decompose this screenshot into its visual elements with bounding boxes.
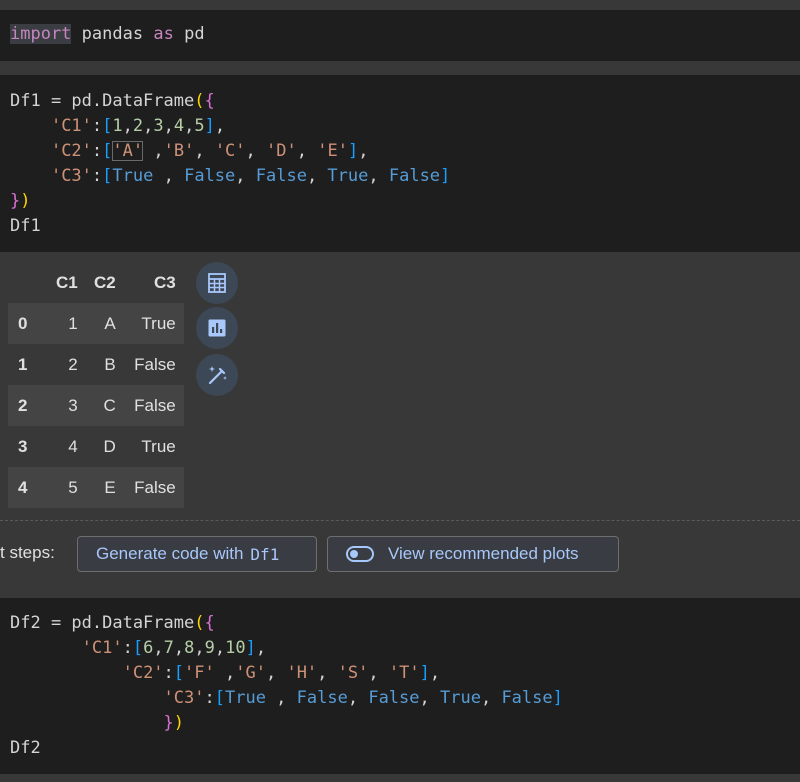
magic-wand-icon[interactable] xyxy=(196,354,238,396)
cell-c3: False xyxy=(134,395,176,415)
cell-c1: 5 xyxy=(68,477,78,497)
view-plots-label: View recommended plots xyxy=(388,544,579,563)
cell-c3: False xyxy=(134,354,176,374)
cell-c1: 2 xyxy=(68,354,78,374)
row-index: 0 xyxy=(18,313,28,333)
row-index: 3 xyxy=(18,436,28,456)
view-recommended-plots-button[interactable]: View recommended plots xyxy=(327,536,619,572)
row-index: 1 xyxy=(18,354,28,374)
table-row: 2 3 C False xyxy=(8,385,184,426)
table-row: 3 4 D True xyxy=(8,426,184,467)
table-icon-glyph xyxy=(208,273,226,293)
code-block: Df2 = pd.DataFrame({ 'C1':[6,7,8,9,10], … xyxy=(10,613,563,758)
code-line: import pandas as pd xyxy=(10,24,205,44)
generate-code-button[interactable]: Generate code with Df1 xyxy=(77,536,317,572)
table-row: 1 2 B False xyxy=(8,344,184,385)
table-icon[interactable] xyxy=(196,262,238,304)
magic-wand-icon-glyph xyxy=(208,366,227,385)
code-cell-df1[interactable]: Df1 = pd.DataFrame({ 'C1':[1,2,3,4,5], '… xyxy=(0,75,800,252)
cell-c1: 4 xyxy=(68,436,78,456)
cell-c3: False xyxy=(134,477,176,497)
code-block: Df1 = pd.DataFrame({ 'C1':[1,2,3,4,5], '… xyxy=(10,91,451,236)
dataframe-table: C1 C2 C3 0 1 A True 1 2 B False 2 3 C Fa… xyxy=(8,263,184,508)
column-header-c2: C2 xyxy=(94,273,116,292)
next-steps-label: t steps: xyxy=(0,543,55,562)
cell-c2: C xyxy=(103,395,116,415)
column-header-c1: C1 xyxy=(56,273,78,292)
code-cell-df2[interactable]: Df2 = pd.DataFrame({ 'C1':[6,7,8,9,10], … xyxy=(0,598,800,774)
cell-c2: D xyxy=(103,436,116,456)
table-row: 4 5 E False xyxy=(8,467,184,508)
cell-c2: E xyxy=(104,477,116,497)
cell-c2: A xyxy=(104,313,116,333)
cell-c3: True xyxy=(141,313,176,333)
cell-c1: 1 xyxy=(68,313,78,333)
table-row: 0 1 A True xyxy=(8,303,184,344)
top-gutter xyxy=(0,0,800,10)
table-header-row: C1 C2 C3 xyxy=(8,263,184,303)
generate-code-variable: Df1 xyxy=(250,544,280,564)
bar-chart-icon[interactable] xyxy=(196,307,238,349)
generate-code-label: Generate code with xyxy=(96,544,244,563)
row-index: 4 xyxy=(18,477,28,497)
row-index: 2 xyxy=(18,395,28,415)
cell-gap xyxy=(0,61,800,75)
index-header xyxy=(8,263,48,303)
bar-chart-icon-glyph xyxy=(208,319,226,337)
code-cell-import[interactable]: import pandas as pd xyxy=(0,10,800,61)
toggle-icon xyxy=(346,546,374,562)
cell-c1: 3 xyxy=(68,395,78,415)
cell-c3: True xyxy=(141,436,176,456)
bottom-gutter xyxy=(0,774,800,782)
cell-c2: B xyxy=(104,354,116,374)
column-header-c3: C3 xyxy=(154,273,176,292)
